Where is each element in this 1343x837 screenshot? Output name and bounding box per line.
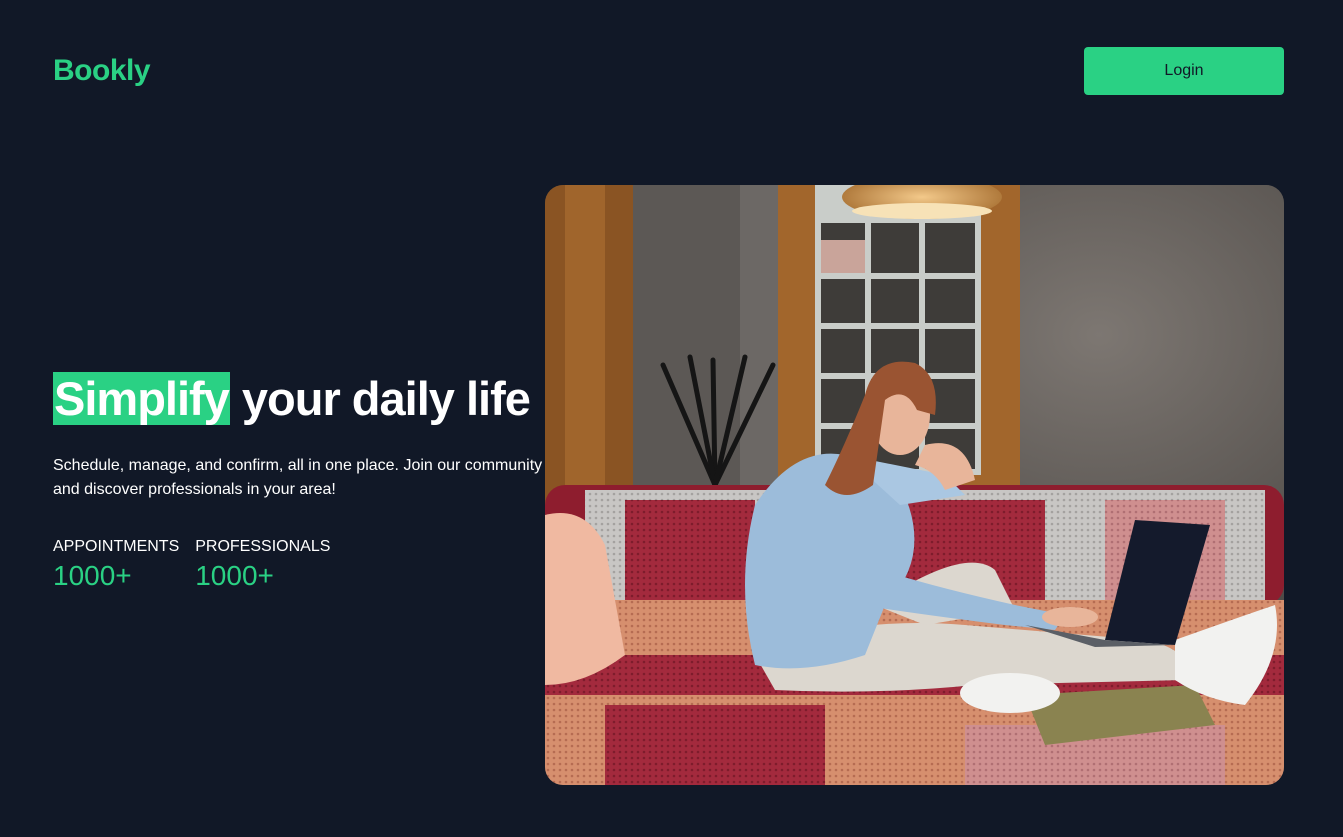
hero-headline: Simplify your daily life — [53, 370, 548, 428]
headline-rest: your daily life — [229, 372, 531, 425]
stat-professionals: PROFESSIONALS 1000+ — [195, 538, 330, 592]
stat-value: 1000+ — [53, 560, 132, 591]
brand-logo[interactable]: Bookly — [53, 54, 151, 88]
hero-photo-illustration — [545, 185, 1284, 785]
stats-row: APPOINTMENTS 1000+ PROFESSIONALS 1000+ — [53, 538, 548, 592]
stat-value: 1000+ — [195, 560, 274, 591]
login-button[interactable]: Login — [1084, 47, 1284, 95]
hero-photo — [545, 185, 1284, 785]
stat-label: PROFESSIONALS — [195, 538, 331, 555]
hero-text-section: Simplify your daily life Schedule, manag… — [53, 370, 548, 592]
stat-appointments: APPOINTMENTS 1000+ — [53, 538, 179, 592]
hero-subtitle: Schedule, manage, and confirm, all in on… — [53, 457, 543, 498]
site-header: Bookly Login — [53, 47, 1284, 95]
stat-label: APPOINTMENTS — [53, 538, 180, 555]
headline-highlight: Simplify — [53, 372, 230, 425]
